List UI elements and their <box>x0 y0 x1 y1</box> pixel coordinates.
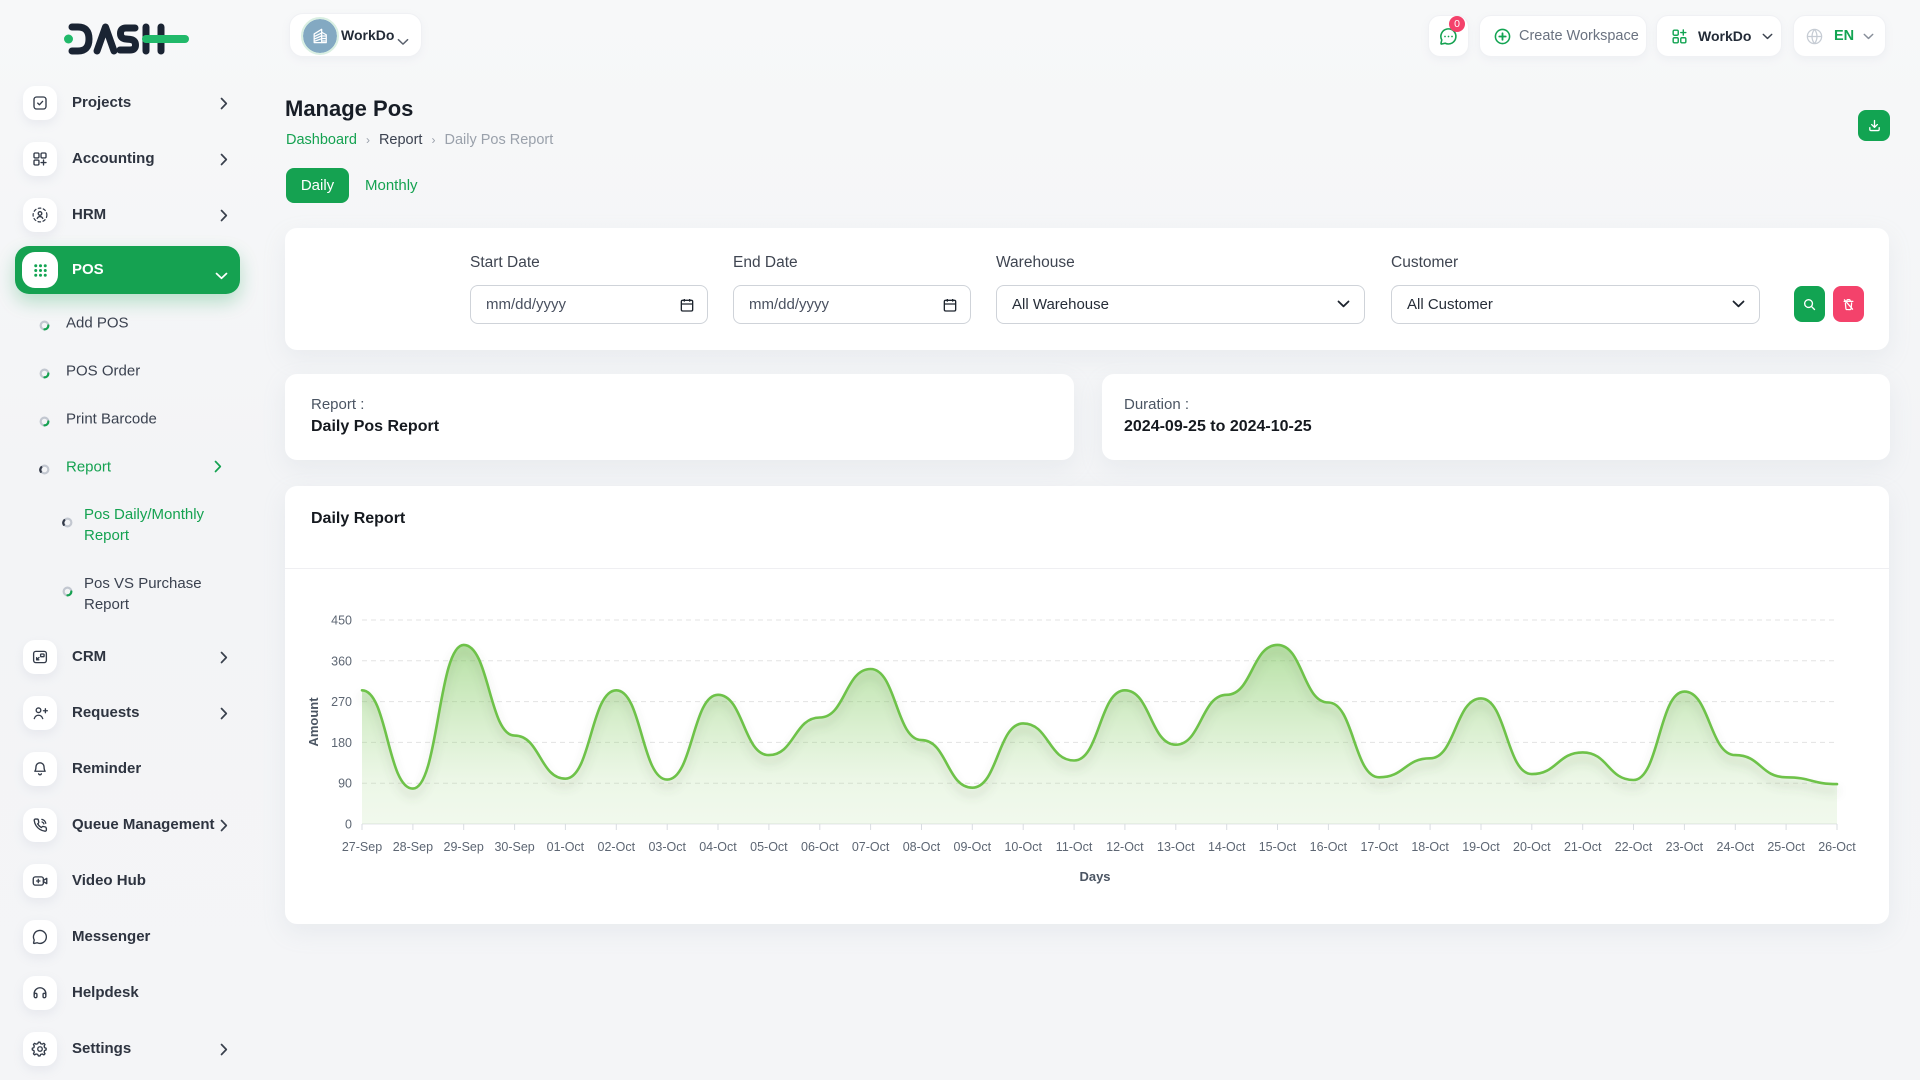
svg-text:08-Oct: 08-Oct <box>903 840 941 854</box>
svg-text:21-Oct: 21-Oct <box>1564 840 1602 854</box>
svg-text:19-Oct: 19-Oct <box>1462 840 1500 854</box>
svg-text:04-Oct: 04-Oct <box>699 840 737 854</box>
svg-text:10-Oct: 10-Oct <box>1004 840 1042 854</box>
svg-text:Amount: Amount <box>306 697 321 747</box>
svg-text:14-Oct: 14-Oct <box>1208 840 1246 854</box>
svg-text:27-Sep: 27-Sep <box>342 840 382 854</box>
svg-text:0: 0 <box>345 818 352 832</box>
svg-text:01-Oct: 01-Oct <box>547 840 585 854</box>
svg-text:11-Oct: 11-Oct <box>1056 840 1093 854</box>
svg-text:18-Oct: 18-Oct <box>1411 840 1449 854</box>
svg-text:270: 270 <box>331 695 352 709</box>
svg-text:20-Oct: 20-Oct <box>1513 840 1551 854</box>
svg-text:360: 360 <box>331 654 352 668</box>
svg-text:22-Oct: 22-Oct <box>1615 840 1653 854</box>
svg-text:26-Oct: 26-Oct <box>1818 840 1856 854</box>
svg-text:17-Oct: 17-Oct <box>1360 840 1398 854</box>
svg-text:450: 450 <box>331 614 352 628</box>
svg-text:90: 90 <box>338 777 352 791</box>
svg-text:05-Oct: 05-Oct <box>750 840 788 854</box>
svg-text:07-Oct: 07-Oct <box>852 840 890 854</box>
svg-text:23-Oct: 23-Oct <box>1666 840 1704 854</box>
svg-text:Days: Days <box>1079 869 1110 884</box>
svg-text:12-Oct: 12-Oct <box>1106 840 1144 854</box>
svg-text:180: 180 <box>331 736 352 750</box>
svg-text:28-Sep: 28-Sep <box>393 840 433 854</box>
svg-text:30-Sep: 30-Sep <box>494 840 534 854</box>
svg-text:15-Oct: 15-Oct <box>1259 840 1297 854</box>
svg-text:06-Oct: 06-Oct <box>801 840 839 854</box>
svg-text:29-Sep: 29-Sep <box>444 840 484 854</box>
svg-text:03-Oct: 03-Oct <box>648 840 686 854</box>
svg-text:16-Oct: 16-Oct <box>1310 840 1348 854</box>
svg-text:02-Oct: 02-Oct <box>598 840 636 854</box>
svg-text:13-Oct: 13-Oct <box>1157 840 1195 854</box>
svg-text:09-Oct: 09-Oct <box>954 840 992 854</box>
svg-text:24-Oct: 24-Oct <box>1717 840 1755 854</box>
svg-text:25-Oct: 25-Oct <box>1767 840 1805 854</box>
